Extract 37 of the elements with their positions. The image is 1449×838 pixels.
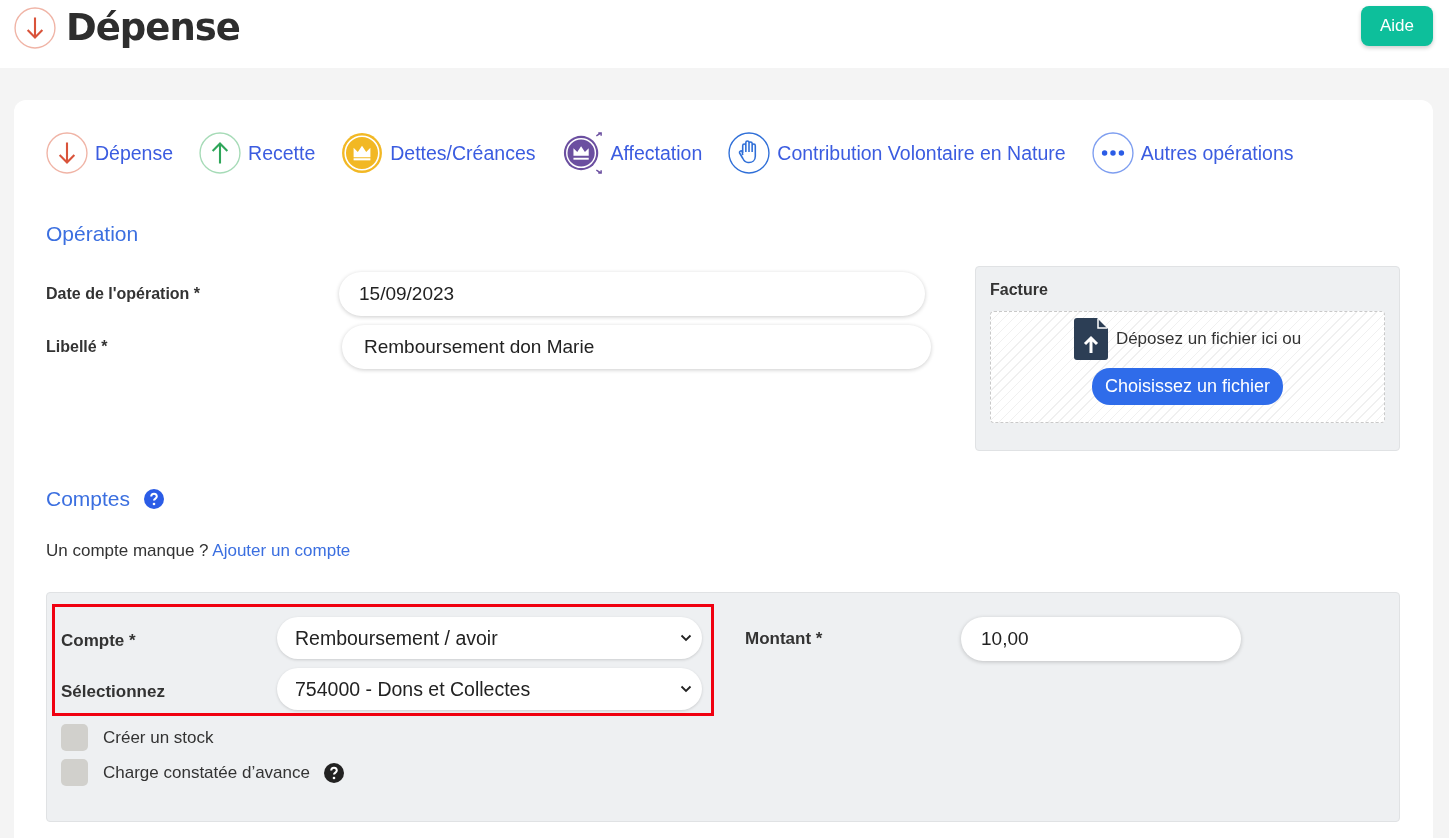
amount-field[interactable]: 10,00 xyxy=(961,617,1241,661)
help-icon xyxy=(144,489,165,509)
chevron-down-icon xyxy=(680,685,692,693)
file-drop-zone[interactable]: Déposez un fichier ici ou Choisissez un fichier xyxy=(990,311,1385,423)
file-upload-icon xyxy=(1073,318,1108,360)
text-field[interactable]: 15/09/2023 xyxy=(339,272,925,316)
select-field[interactable]: Remboursement / avoir xyxy=(277,617,702,659)
section-heading: Opération xyxy=(46,222,140,246)
text-field[interactable]: Remboursement don Marie xyxy=(342,325,931,369)
checkbox[interactable] xyxy=(61,724,88,751)
chevron-down-icon xyxy=(680,634,692,642)
hand-icon xyxy=(728,132,771,174)
crown-arrows-icon xyxy=(561,132,604,174)
operation-type-link[interactable]: Recette xyxy=(199,132,316,174)
operation-type-link[interactable]: Affectation xyxy=(561,132,703,174)
more-icon xyxy=(1091,132,1134,174)
field-label: Libellé * xyxy=(46,338,109,356)
operation-type-link[interactable]: Contribution Volontaire en Nature xyxy=(728,132,1066,174)
checkbox-label: Charge constatée d’avance xyxy=(103,762,310,783)
select-field[interactable]: 754000 - Dons et Collectes xyxy=(277,668,702,710)
operation-type-link[interactable]: Dépense xyxy=(46,132,174,174)
field-label: Montant * xyxy=(745,629,824,649)
hint-text: Un compte manque ? xyxy=(46,541,209,560)
operation-type-link[interactable]: Autres opérations xyxy=(1091,132,1294,174)
operation-type-link[interactable]: Dettes/Créances xyxy=(341,132,536,174)
checkbox[interactable] xyxy=(61,759,88,786)
field-label: Compte * xyxy=(61,630,137,651)
section-heading: Comptes xyxy=(46,487,131,511)
choose-file-button[interactable]: Choisissez un fichier xyxy=(1091,368,1284,405)
drop-hint: Déposez un fichier ici ou xyxy=(1115,329,1302,349)
field-label: Sélectionnez xyxy=(61,681,166,702)
panel-title: Facture xyxy=(990,281,1048,298)
crown-icon xyxy=(341,132,384,174)
page-title: Dépense xyxy=(66,6,240,49)
field-label: Date de l'opération * xyxy=(46,285,202,303)
checkbox-label: Créer un stock xyxy=(103,727,214,748)
add-account-link[interactable]: Ajouter un compte xyxy=(212,541,351,560)
